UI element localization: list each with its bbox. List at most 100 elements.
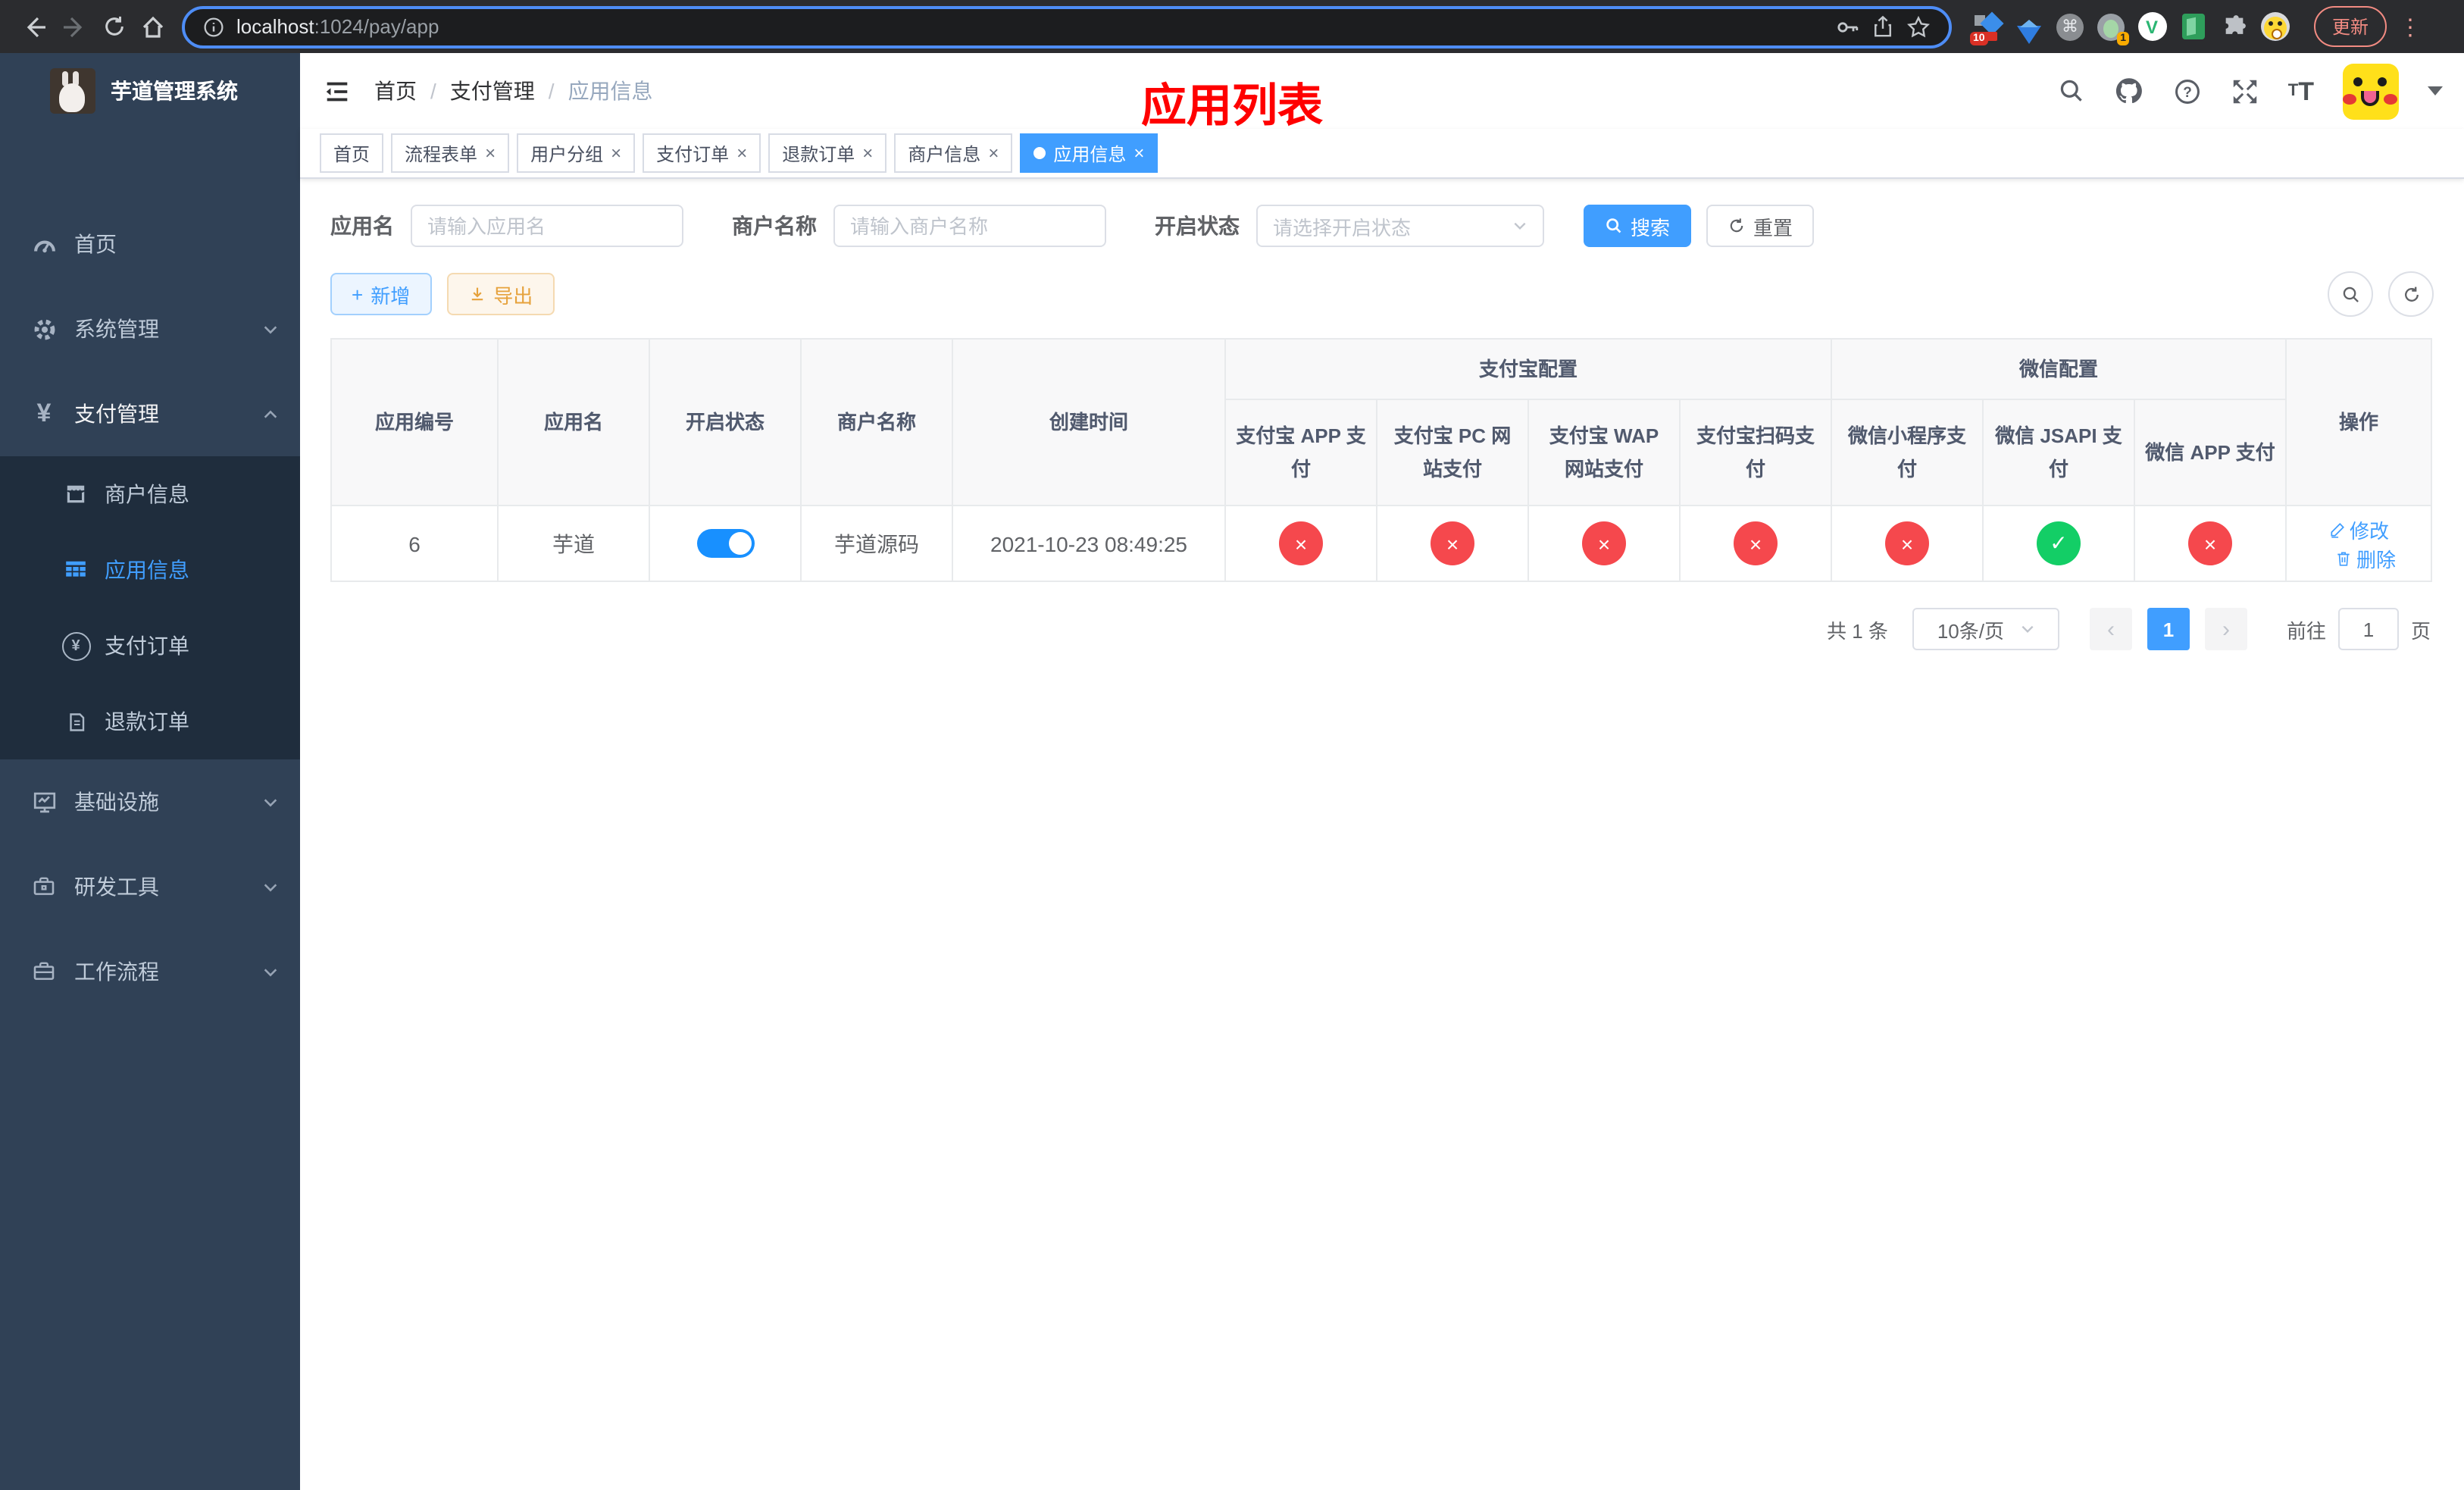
cell-created-time: 2021-10-23 08:49:25	[952, 505, 1226, 582]
edit-icon	[2330, 522, 2344, 537]
sidebar-item-devtool[interactable]: 研发工具	[0, 844, 300, 929]
goto-label: 前往	[2286, 619, 2326, 642]
reset-button[interactable]: 重置	[1706, 205, 1815, 247]
page-size-select[interactable]: 10条/页	[1912, 608, 2059, 650]
extension-badge: 10	[1970, 31, 1988, 45]
next-page-button[interactable]: ›	[2204, 608, 2247, 650]
github-icon[interactable]	[2114, 76, 2144, 106]
cell-merchant-name: 芋道源码	[800, 505, 953, 582]
breadcrumb-home[interactable]: 首页	[374, 76, 417, 106]
extension-gem-icon[interactable]	[2014, 11, 2044, 43]
reload-icon[interactable]	[94, 7, 133, 46]
group-header-alipay: 支付宝配置	[1224, 338, 1833, 400]
user-avatar[interactable]	[2343, 63, 2399, 119]
close-icon[interactable]: ×	[611, 144, 621, 162]
extensions-puzzle-icon[interactable]	[2219, 11, 2249, 42]
sidebar-item-appinfo[interactable]: 应用信息	[0, 532, 300, 608]
search-button[interactable]: 搜索	[1584, 205, 1692, 247]
close-icon[interactable]: ×	[862, 144, 873, 162]
current-page[interactable]: 1	[2147, 608, 2190, 650]
tab-home[interactable]: 首页	[320, 133, 384, 173]
close-icon[interactable]: ×	[736, 144, 747, 162]
tab-app-info[interactable]: 应用信息 ×	[1020, 133, 1159, 173]
extension-avatar-icon[interactable]: 1	[2096, 11, 2129, 45]
breadcrumb-pay[interactable]: 支付管理	[450, 76, 535, 106]
alipay-app-status-icon: ×	[1279, 521, 1323, 565]
close-icon[interactable]: ×	[1134, 144, 1144, 162]
merchant-name-label: 商户名称	[732, 214, 817, 238]
back-icon[interactable]	[15, 7, 55, 46]
help-icon[interactable]: ?	[2173, 77, 2202, 105]
tab-process-form[interactable]: 流程表单 ×	[391, 133, 510, 173]
goto-page-input[interactable]	[2337, 608, 2399, 650]
sidebar-item-payorder[interactable]: ¥ 支付订单	[0, 608, 300, 684]
sidebar-item-workflow[interactable]: 工作流程	[0, 929, 300, 1014]
tab-user-group[interactable]: 用户分组 ×	[517, 133, 636, 173]
close-icon[interactable]: ×	[988, 144, 999, 162]
wx-app-status-icon: ×	[2188, 521, 2233, 565]
download-icon	[471, 287, 483, 301]
close-icon[interactable]: ×	[485, 144, 496, 162]
url-bar[interactable]: localhost:1024/pay/app	[182, 5, 1952, 48]
chevron-down-icon	[262, 963, 279, 980]
sidebar-item-merchant[interactable]: 商户信息	[0, 456, 300, 532]
browser-toolbar: localhost:1024/pay/app 10 ⌘ 1 V 更新 ⋮	[0, 0, 2464, 53]
export-button[interactable]: 导出	[446, 273, 555, 315]
fullscreen-icon[interactable]	[2231, 77, 2259, 105]
col-header-alipay-wap: 支付宝 WAP 网站支付	[1527, 399, 1681, 506]
password-key-icon[interactable]	[1835, 14, 1859, 39]
active-dot	[1033, 147, 1046, 159]
table-row: 6 芋道 芋道源码 2021-10-23 08:49:25 × × × × × …	[330, 505, 2433, 582]
prev-page-button[interactable]: ‹	[2089, 608, 2132, 650]
share-icon[interactable]	[1871, 15, 1894, 38]
avatar-caret-icon[interactable]	[2428, 86, 2443, 95]
extension-vue-icon[interactable]: V	[2137, 11, 2167, 42]
monitor-icon	[26, 789, 62, 815]
sidebar-logo[interactable]: 芋道管理系统	[0, 53, 300, 129]
logo-avatar	[50, 68, 95, 114]
col-header-id: 应用编号	[330, 338, 499, 506]
delete-button[interactable]: 删除	[2335, 543, 2396, 572]
info-icon[interactable]	[203, 16, 224, 37]
wx-jsapi-status-icon: ✓	[2037, 521, 2081, 565]
extension-notebook-icon[interactable]	[2178, 11, 2208, 42]
app-container: 应用名 商户名称 开启状态 请选择开启状态 搜索	[300, 179, 2464, 1490]
extension-command-icon[interactable]: ⌘	[2055, 11, 2085, 42]
col-header-wx-jsapi: 微信 JSAPI 支付	[1982, 399, 2136, 506]
chrome-update-button[interactable]: 更新	[2314, 6, 2387, 47]
sidebar-item-home[interactable]: 首页	[0, 202, 300, 286]
sidebar-item-infra[interactable]: 基础设施	[0, 759, 300, 844]
table-toolbar: + 新增 导出	[330, 271, 2434, 317]
sidebar-item-system[interactable]: 系统管理	[0, 286, 300, 371]
sidebar-item-pay[interactable]: ¥ 支付管理	[0, 371, 300, 456]
page-unit-label: 页	[2410, 619, 2431, 642]
header-search-icon[interactable]	[2058, 77, 2085, 105]
toolbox-icon	[26, 875, 62, 899]
add-button[interactable]: + 新增	[330, 273, 432, 315]
forward-icon[interactable]	[55, 7, 94, 46]
extension-devtools-icon[interactable]: 10	[1970, 11, 2004, 45]
toggle-search-icon[interactable]	[2328, 271, 2373, 317]
search-form: 应用名 商户名称 开启状态 请选择开启状态 搜索	[330, 205, 2434, 247]
sidebar: 芋道管理系统 首页 系统管理 ¥ 支付管理 商户信息 应用信息 ¥ 支付订单 退…	[0, 53, 300, 1490]
browser-menu-icon[interactable]: ⋮	[2399, 13, 2422, 40]
refresh-table-icon[interactable]	[2388, 271, 2434, 317]
home-icon[interactable]	[133, 7, 173, 46]
chevron-down-icon	[2021, 625, 2033, 633]
tab-pay-order[interactable]: 支付订单 ×	[643, 133, 761, 173]
tab-merchant-info[interactable]: 商户信息 ×	[894, 133, 1013, 173]
font-size-icon[interactable]: TT	[2288, 78, 2314, 104]
enabled-switch[interactable]	[696, 529, 754, 558]
bookmark-star-icon[interactable]	[1906, 14, 1931, 39]
status-select[interactable]: 请选择开启状态	[1256, 205, 1544, 247]
edit-button[interactable]: 修改	[2328, 515, 2389, 543]
sidebar-item-refund[interactable]: 退款订单	[0, 684, 300, 759]
tab-refund-order[interactable]: 退款订单 ×	[768, 133, 887, 173]
app-name-input[interactable]	[411, 205, 683, 247]
col-header-merchant: 商户名称	[800, 338, 953, 506]
hamburger-icon[interactable]	[300, 53, 374, 129]
extensions-area: 10 ⌘ 1 V	[1970, 11, 2290, 45]
profile-avatar-icon[interactable]	[2259, 11, 2290, 42]
merchant-name-input[interactable]	[833, 205, 1106, 247]
page-title: 应用列表	[1141, 82, 1323, 132]
